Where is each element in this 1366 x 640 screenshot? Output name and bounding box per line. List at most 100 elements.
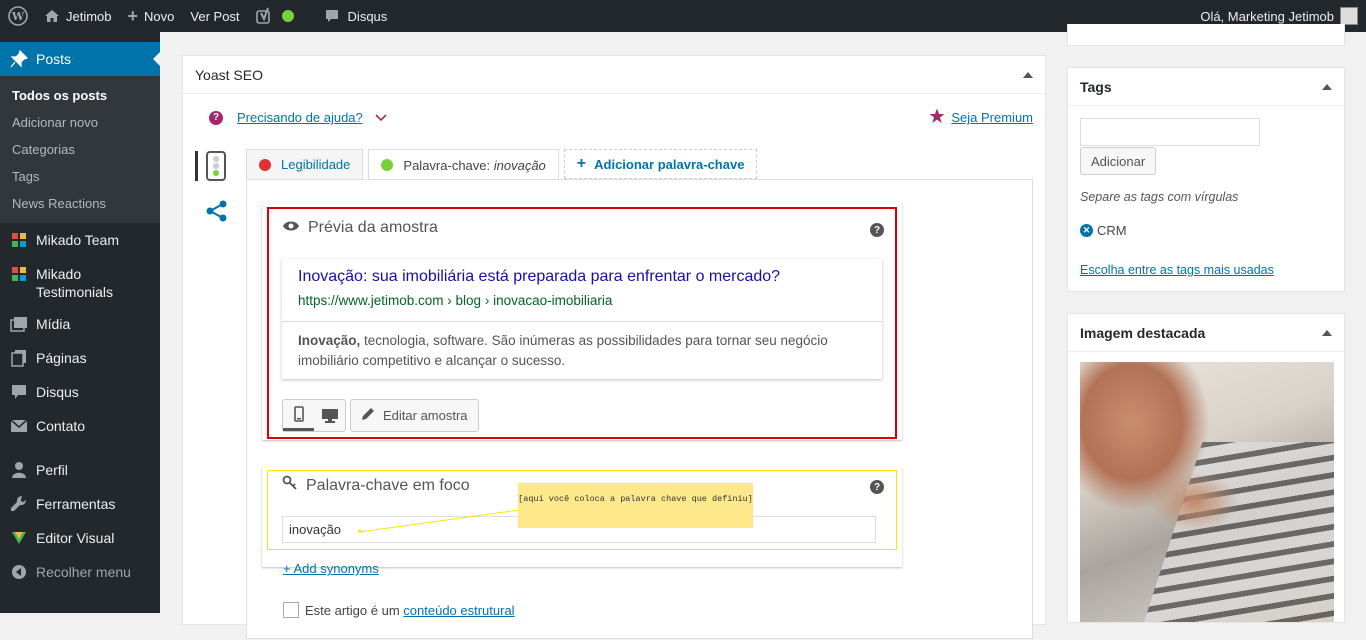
tab-focus-keyphrase[interactable]: Palavra-chave: inovação	[368, 149, 559, 180]
menu-pages[interactable]: Páginas	[0, 341, 160, 375]
desktop-preview-button[interactable]	[314, 400, 345, 431]
help-icon: ?	[209, 110, 223, 125]
featured-image-box: Imagem destacada	[1067, 313, 1345, 623]
menu-contact-label: Contato	[36, 418, 86, 434]
edit-snippet-button[interactable]: Editar amostra	[350, 399, 479, 432]
avatar	[1340, 7, 1358, 25]
menu-media[interactable]: Mídia	[0, 307, 160, 341]
view-post-link[interactable]: Ver Post	[182, 0, 247, 32]
yoast-header[interactable]: Yoast SEO	[183, 56, 1045, 94]
cornerstone-link[interactable]: conteúdo estrutural	[403, 603, 514, 618]
help-link[interactable]: Precisando de ajuda?	[237, 110, 363, 125]
premium-link[interactable]: Seja Premium	[929, 108, 1033, 127]
collapse-icon	[10, 563, 28, 581]
menu-profile[interactable]: Perfil	[0, 453, 160, 487]
menu-disqus-label: Disqus	[36, 384, 79, 400]
serp-title[interactable]: Inovação: sua imobiliária está preparada…	[298, 268, 780, 286]
new-label: Novo	[144, 8, 175, 24]
wrench-icon	[10, 495, 28, 513]
cornerstone-row: Este artigo é um conteúdo estrutural	[283, 602, 515, 618]
plus-icon: +	[576, 155, 587, 172]
tab-readability[interactable]: Legibilidade	[246, 149, 364, 179]
remove-tag-icon[interactable]: ✕	[1080, 224, 1093, 237]
add-synonyms-link[interactable]: + Add synonyms	[283, 561, 379, 576]
red-dot-icon	[259, 158, 271, 171]
menu-disqus[interactable]: Disqus	[0, 375, 160, 409]
collapse-menu[interactable]: Recolher menu	[0, 555, 160, 589]
media-icon	[10, 315, 28, 333]
snippet-preview-card: Prévia da amostra ? Inovação: sua imobil…	[262, 203, 902, 440]
tags-input[interactable]	[1080, 118, 1260, 146]
submenu-tags[interactable]: Tags	[0, 163, 160, 190]
menu-contact[interactable]: Contato	[0, 409, 160, 443]
add-tag-button[interactable]: Adicionar	[1080, 147, 1157, 175]
help-icon[interactable]: ?	[870, 223, 884, 237]
yoast-seo-metabox: Yoast SEO ? Precisando de ajuda? Seja Pr…	[182, 55, 1046, 639]
help-icon[interactable]: ?	[870, 480, 884, 494]
submenu-categories[interactable]: Categorias	[0, 136, 160, 163]
menu-mikado-testimonials-label: Mikado Testimonials	[36, 266, 114, 300]
menu-tools[interactable]: Ferramentas	[0, 487, 160, 521]
tab-readability-label: Legibilidade	[281, 157, 351, 172]
yoast-menu[interactable]	[248, 0, 302, 32]
pushpin-icon	[10, 50, 28, 68]
menu-posts-label: Posts	[36, 51, 72, 67]
featured-image-header[interactable]: Imagem destacada	[1068, 314, 1344, 352]
google-preview[interactable]: Inovação: sua imobiliária está preparada…	[282, 259, 882, 379]
mobile-preview-button[interactable]	[283, 400, 314, 431]
desktop-icon	[321, 408, 338, 423]
comment-icon	[324, 8, 340, 24]
edit-snippet-label: Editar amostra	[383, 408, 468, 423]
submenu-all-posts[interactable]: Todos os posts	[0, 82, 160, 109]
tab-add-keyphrase[interactable]: + Adicionar palavra-chave	[563, 149, 758, 179]
featured-image[interactable]	[1080, 362, 1334, 622]
visual-editor-icon	[10, 529, 28, 547]
yoast-icon	[255, 7, 272, 25]
seo-score-dot	[281, 10, 294, 22]
tags-hint: Separe as tags com vírgulas	[1080, 190, 1239, 204]
help-row: ? Precisando de ajuda? Seja Premium	[209, 108, 1033, 127]
menu-mikado-team[interactable]: Mikado Team	[0, 223, 160, 257]
traffic-light-icon	[206, 151, 226, 181]
keyphrase-panel: Prévia da amostra ? Inovação: sua imobil…	[246, 179, 1033, 639]
collapse-arrow-icon[interactable]	[1322, 329, 1332, 336]
menu-visual-editor-label: Editor Visual	[36, 530, 115, 546]
cornerstone-checkbox[interactable]	[283, 602, 299, 618]
menu-posts[interactable]: Posts	[0, 42, 160, 76]
tab-keyphrase-value: inovação	[493, 157, 546, 173]
key-icon	[282, 475, 298, 496]
focus-keyphrase-title: Palavra-chave em foco	[306, 476, 470, 494]
submenu-news-reactions[interactable]: News Reactions	[0, 190, 160, 217]
account-menu[interactable]: Olá, Marketing Jetimob	[1200, 7, 1366, 25]
submenu-add-new[interactable]: Adicionar novo	[0, 109, 160, 136]
mobile-icon	[293, 406, 304, 422]
collapse-arrow-icon[interactable]	[1023, 71, 1033, 78]
serp-url: https://www.jetimob.com › blog › inovaca…	[298, 293, 613, 308]
tags-title: Tags	[1080, 78, 1112, 95]
cornerstone-label: Este artigo é um	[305, 602, 400, 618]
wordpress-logo-icon[interactable]: W	[0, 0, 36, 32]
most-used-tags-link[interactable]: Escolha entre as tags mais usadas	[1080, 263, 1274, 277]
chevron-down-icon[interactable]	[375, 110, 387, 125]
disqus-link[interactable]: Disqus	[316, 0, 396, 32]
snippet-preview-heading: Prévia da amostra	[282, 219, 438, 237]
yoast-tabs: Legibilidade Palavra-chave: inovação + A…	[246, 149, 762, 180]
plus-icon: +	[127, 6, 139, 26]
new-content-link[interactable]: + Novo	[120, 0, 183, 32]
collapse-arrow-icon[interactable]	[1322, 83, 1332, 90]
site-name-link[interactable]: Jetimob	[36, 0, 120, 32]
device-toggle	[282, 399, 346, 432]
share-icon[interactable]	[205, 199, 227, 226]
seo-tab[interactable]	[195, 151, 226, 181]
serp-description: Inovação, tecnologia, software. São inúm…	[298, 331, 868, 371]
snippet-preview-title: Prévia da amostra	[308, 219, 438, 236]
menu-visual-editor[interactable]: Editor Visual	[0, 521, 160, 555]
green-dot-icon	[381, 159, 394, 171]
featured-image-title: Imagem destacada	[1080, 324, 1206, 341]
menu-mikado-testimonials[interactable]: Mikado Testimonials	[0, 257, 160, 307]
comment-icon	[10, 383, 28, 401]
disqus-label: Disqus	[347, 8, 388, 24]
tags-header[interactable]: Tags	[1068, 68, 1344, 106]
eye-icon	[282, 219, 300, 237]
tab-add-keyphrase-label: Adicionar palavra-chave	[594, 156, 745, 172]
